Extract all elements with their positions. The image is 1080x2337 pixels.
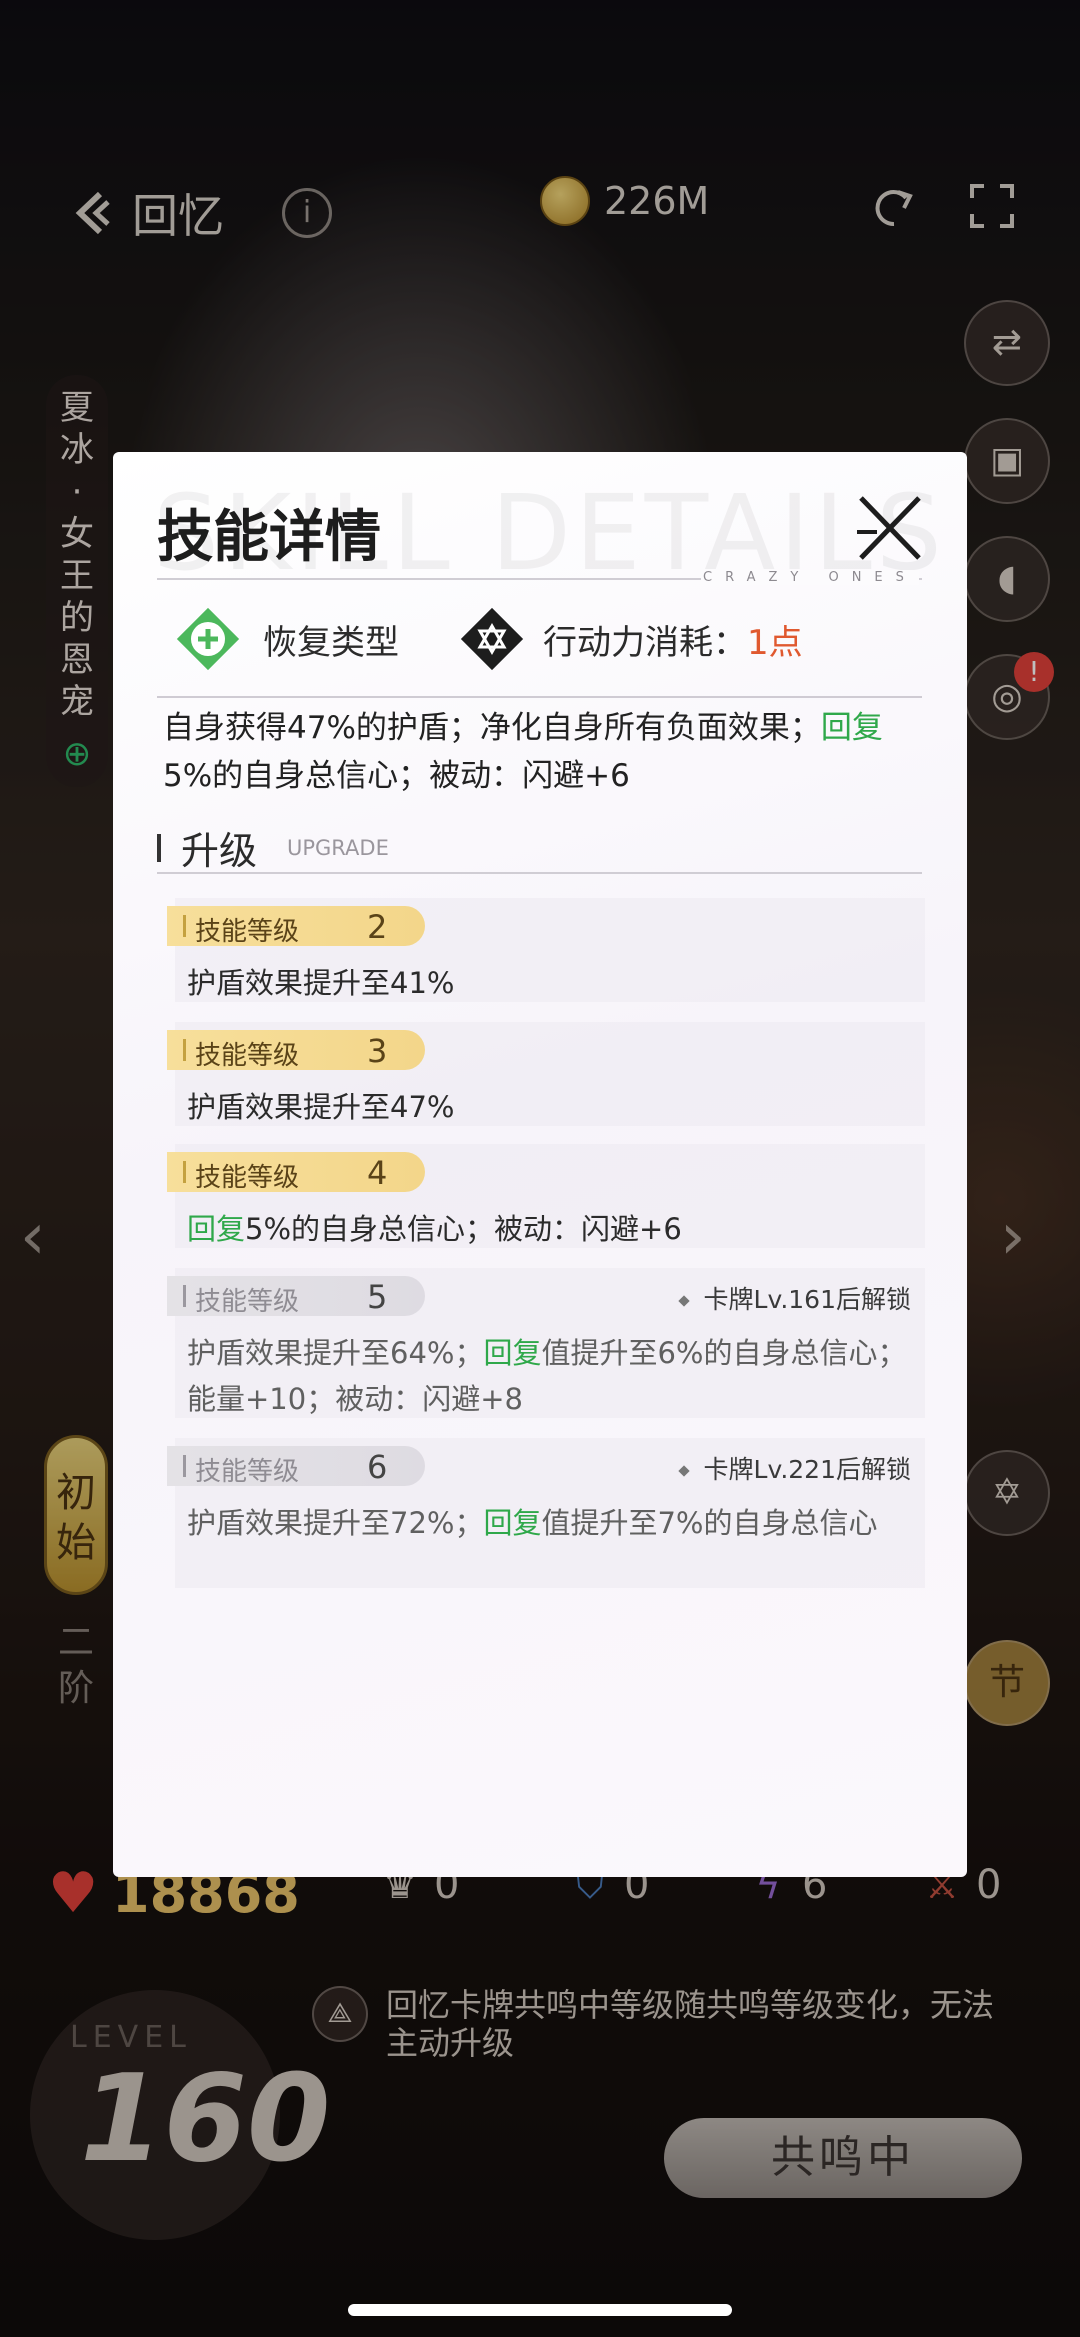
skill-details-modal: SKILL DETAILS 技能详情 CRAZY ONES 恢复类型 行动力消耗… xyxy=(113,452,967,1877)
skill-level-badge: 技能等级 2 xyxy=(167,906,425,947)
unlock-text: 卡牌Lv.161后解锁 xyxy=(703,1285,911,1314)
effect-heal-keyword: 回复 xyxy=(187,1212,246,1246)
skill-level-number: 6 xyxy=(367,1448,388,1486)
skill-level-badge: 技能等级 4 xyxy=(167,1152,425,1193)
badge-marker xyxy=(183,1161,186,1183)
upgrade-title: 升级 xyxy=(181,829,258,873)
skill-level-number: 3 xyxy=(367,1032,388,1070)
skill-level-label: 技能等级 xyxy=(195,917,300,947)
skill-level-badge: 技能等级 3 xyxy=(167,1030,425,1071)
skill-level-effect: 回复5%的自身总信心；被动：闪避+6 xyxy=(187,1206,907,1252)
badge-marker xyxy=(183,1285,186,1307)
skill-description: 自身获得47%的护盾；净化自身所有负面效果；回复 5%的自身总信心；被动：闪避+6 xyxy=(163,704,923,800)
skill-level-effect: 护盾效果提升至41% xyxy=(187,960,907,1006)
effect-text-after: 5%的自身总信心；被动：闪避+6 xyxy=(245,1212,682,1246)
skill-level-effect: 护盾效果提升至47% xyxy=(187,1084,907,1130)
home-indicator[interactable] xyxy=(348,2304,732,2316)
skill-level-card: 技能等级 2 护盾效果提升至41% xyxy=(167,898,925,1002)
badge-marker xyxy=(183,915,186,937)
badge-marker xyxy=(183,1039,186,1061)
skill-level-card: 技能等级 3 护盾效果提升至47% xyxy=(167,1022,925,1126)
ap-cost-label: 行动力消耗： xyxy=(543,622,747,663)
upgrade-subtitle: UPGRADE xyxy=(287,836,389,860)
skill-level-label: 技能等级 xyxy=(195,1457,300,1487)
effect-text: 护盾效果提升至64%； xyxy=(187,1336,484,1370)
effect-text: 护盾效果提升至41% xyxy=(187,966,455,1000)
action-point-icon xyxy=(460,607,524,671)
skill-level-effect: 护盾效果提升至72%；回复值提升至7%的自身总信心 xyxy=(187,1500,907,1546)
close-icon[interactable] xyxy=(853,492,925,564)
skill-level-label: 技能等级 xyxy=(195,1287,300,1317)
effect-text: 护盾效果提升至72%； xyxy=(187,1506,484,1540)
brand-tag: CRAZY ONES xyxy=(701,570,919,585)
unlock-requirement: 卡牌Lv.221后解锁 xyxy=(677,1450,911,1486)
ap-cost-value: 1点 xyxy=(747,622,803,663)
section-marker xyxy=(157,834,161,862)
effect-text: 护盾效果提升至47% xyxy=(187,1090,455,1124)
modal-title: 技能详情 xyxy=(157,505,381,570)
type-divider xyxy=(157,696,922,698)
unlock-text: 卡牌Lv.221后解锁 xyxy=(703,1455,911,1484)
skill-level-number: 4 xyxy=(367,1154,388,1192)
skill-type-row: 恢复类型 行动力消耗： 1点 xyxy=(173,604,803,674)
unlock-requirement: 卡牌Lv.161后解锁 xyxy=(677,1280,911,1316)
effect-heal-keyword: 回复 xyxy=(483,1506,542,1540)
skill-level-label: 技能等级 xyxy=(195,1163,300,1193)
skill-level-badge: 技能等级 6 xyxy=(167,1446,425,1487)
skill-level-card-locked: 技能等级 6 卡牌Lv.221后解锁 护盾效果提升至72%；回复值提升至7%的自… xyxy=(167,1438,925,1588)
badge-marker xyxy=(183,1455,186,1477)
description-main: 自身获得47%的护盾；净化自身所有负面效果； xyxy=(163,710,821,746)
skill-level-number: 5 xyxy=(367,1278,388,1316)
effect-heal-keyword: 回复 xyxy=(483,1336,542,1370)
skill-level-card-locked: 技能等级 5 卡牌Lv.161后解锁 护盾效果提升至64%；回复值提升至6%的自… xyxy=(167,1268,925,1418)
effect-text-after: 值提升至7%的自身总信心 xyxy=(541,1506,878,1540)
diamond-bullet-icon xyxy=(677,1465,690,1477)
skill-level-effect: 护盾效果提升至64%；回复值提升至6%的自身总信心；能量+10；被动：闪避+8 xyxy=(187,1330,907,1422)
diamond-bullet-icon xyxy=(677,1295,690,1307)
skill-level-badge: 技能等级 5 xyxy=(167,1276,425,1317)
skill-level-number: 2 xyxy=(367,908,388,946)
description-heal-keyword: 回复 xyxy=(820,710,883,746)
heal-type-icon xyxy=(176,607,240,671)
skill-type-label: 恢复类型 xyxy=(263,622,399,663)
description-rest: 5%的自身总信心；被动：闪避+6 xyxy=(163,758,630,794)
skill-level-label: 技能等级 xyxy=(195,1041,300,1071)
upgrade-section-header: 升级 UPGRADE xyxy=(157,820,922,874)
skill-level-card: 技能等级 4 回复5%的自身总信心；被动：闪避+6 xyxy=(167,1144,925,1248)
